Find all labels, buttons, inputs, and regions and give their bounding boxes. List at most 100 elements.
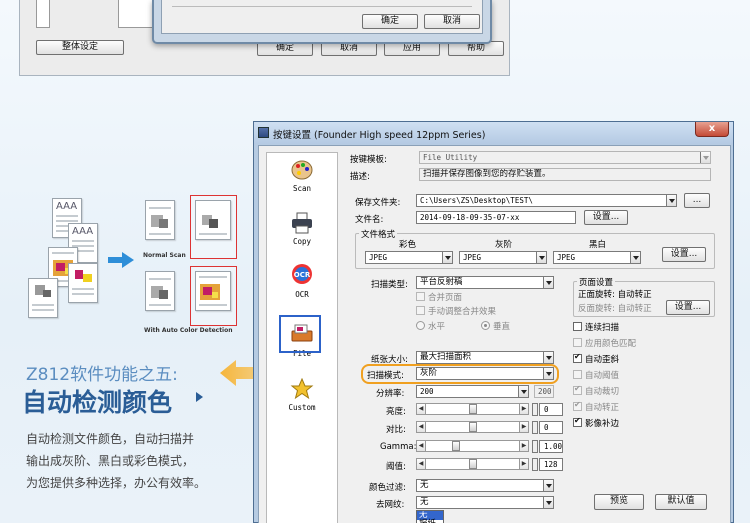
- format-settings-button[interactable]: 设置...: [662, 247, 706, 262]
- vertical-label: 垂直: [493, 322, 511, 332]
- manual-merge-checkbox[interactable]: [416, 306, 425, 315]
- format-bw-select[interactable]: JPEG: [553, 251, 641, 264]
- brightness-slider[interactable]: ◀ ▶: [416, 403, 529, 415]
- color-match-label: 应用颜色匹配: [585, 339, 637, 349]
- dialog-body: Scan Copy OCR OCR File Custom 按键模板: File…: [258, 145, 731, 523]
- dialog-title: 按键设置 (Founder High speed 12ppm Series): [273, 130, 486, 141]
- slider-right-icon[interactable]: ▶: [519, 403, 529, 415]
- feature-description: 自动检测文件颜色，自动扫描并 输出成灰阶、黑白或彩色模式， 为您提供多种选择，办…: [26, 428, 206, 494]
- save-folder-label: 保存文件夹:: [355, 198, 401, 208]
- contrast-slider[interactable]: ◀ ▶: [416, 421, 529, 433]
- threshold-label: 阈值:: [386, 462, 406, 472]
- descreen-select[interactable]: 无: [416, 496, 554, 509]
- paper-size-select[interactable]: 最大扫描面积: [416, 351, 554, 364]
- slider-left-icon[interactable]: ◀: [416, 403, 426, 415]
- threshold-slider[interactable]: ◀ ▶: [416, 458, 529, 470]
- preview-button[interactable]: 预览: [594, 494, 644, 510]
- divider: [172, 6, 472, 7]
- sidebar-item-label: OCR: [295, 290, 309, 299]
- slider-thumb[interactable]: [468, 422, 477, 432]
- threshold-value[interactable]: 128: [539, 458, 563, 471]
- page-settings-title: 页面设置: [577, 276, 616, 288]
- filename-input[interactable]: 2014-09-18-09-35-07-xx: [416, 211, 576, 224]
- slider-thumb[interactable]: [468, 404, 477, 414]
- ok-button[interactable]: 确定: [362, 14, 418, 29]
- scan-mode-select[interactable]: 灰阶: [416, 367, 554, 380]
- star-icon: [290, 378, 314, 400]
- description-line: 为您提供多种选择，办公有效率。: [26, 476, 207, 490]
- ocr-icon: OCR: [292, 264, 312, 284]
- printer-icon: [292, 212, 312, 234]
- svg-text:OCR: OCR: [294, 271, 311, 279]
- gamma-value[interactable]: 1.00: [539, 440, 563, 453]
- brightness-value[interactable]: 0: [539, 403, 563, 416]
- descreen-dropdown-list: 无 报纸: [416, 510, 444, 523]
- slider-right-icon[interactable]: ▶: [519, 421, 529, 433]
- slider-right-icon[interactable]: ▶: [519, 440, 529, 452]
- format-gray-select[interactable]: JPEG: [459, 251, 547, 264]
- color-filter-select[interactable]: 无: [416, 479, 554, 492]
- normal-scan-page: [145, 200, 175, 240]
- resolution-select[interactable]: 200: [416, 385, 529, 398]
- description-label: 描述:: [350, 172, 370, 182]
- spin-button[interactable]: [532, 458, 538, 471]
- horizontal-radio[interactable]: [416, 321, 425, 330]
- title-bar: 按键设置 (Founder High speed 12ppm Series): [254, 122, 733, 144]
- resolution-aux-field: 200: [534, 385, 554, 398]
- contrast-label: 对比:: [386, 425, 406, 435]
- cancel-button[interactable]: 取消: [424, 14, 480, 29]
- auto-crop-checkbox[interactable]: [573, 384, 582, 395]
- feature-title: Z812软件功能之五:: [26, 365, 178, 385]
- auto-rotate-label: 自动转正: [585, 403, 620, 413]
- slider-left-icon[interactable]: ◀: [416, 440, 426, 452]
- browse-button[interactable]: ...: [684, 193, 710, 208]
- illustration: AAA AAA Normal Scan With Auto Color Dete…: [20, 195, 240, 345]
- app-icon: [258, 127, 269, 138]
- horizontal-label: 水平: [428, 322, 446, 332]
- default-button[interactable]: 默认值: [655, 494, 707, 510]
- auto-crop-label: 自动裁切: [585, 387, 620, 397]
- save-folder-select[interactable]: C:\Users\ZS\Desktop\TEST\: [416, 194, 677, 207]
- resolution-label: 分辨率:: [376, 389, 405, 399]
- slider-left-icon[interactable]: ◀: [416, 458, 426, 470]
- gamma-slider[interactable]: ◀ ▶: [416, 440, 529, 452]
- template-select[interactable]: File Utility: [419, 151, 711, 164]
- vertical-radio[interactable]: [481, 321, 490, 330]
- inner-dialog: 确定 取消: [152, 0, 492, 44]
- spin-button[interactable]: [532, 421, 538, 434]
- color-match-checkbox[interactable]: [573, 338, 582, 347]
- normal-scan-caption: Normal Scan: [143, 252, 186, 259]
- palette-icon: [291, 160, 313, 180]
- slider-thumb[interactable]: [451, 441, 460, 451]
- scan-type-select[interactable]: 平台反射稿: [416, 276, 554, 289]
- close-button[interactable]: x: [695, 122, 729, 137]
- auto-color-page-gray: [195, 200, 231, 240]
- file-format-title: 文件格式: [359, 228, 398, 240]
- spin-button[interactable]: [532, 403, 538, 416]
- slider-thumb[interactable]: [468, 459, 477, 469]
- format-color-select[interactable]: JPEG: [365, 251, 453, 264]
- back-rotate-text: 反面旋转: 自动转正: [578, 304, 652, 314]
- merge-page-checkbox[interactable]: [416, 292, 425, 301]
- overall-settings-button[interactable]: 整体设定: [36, 40, 124, 55]
- image-pad-checkbox[interactable]: [573, 416, 582, 427]
- auto-deskew-checkbox[interactable]: [573, 352, 582, 363]
- contrast-value[interactable]: 0: [539, 421, 563, 434]
- continuous-scan-checkbox[interactable]: [573, 322, 582, 331]
- gamma-label: Gamma:: [380, 442, 417, 452]
- sidebar-item-label: Copy: [292, 237, 312, 246]
- format-col-gray: 灰阶: [495, 240, 513, 250]
- slider-left-icon[interactable]: ◀: [416, 421, 426, 433]
- merge-page-label: 合并页面: [428, 293, 463, 303]
- spin-button[interactable]: [532, 440, 538, 453]
- arrow-right-icon: [108, 252, 134, 268]
- filename-label: 文件名:: [355, 215, 384, 225]
- auto-threshold-checkbox[interactable]: [573, 370, 582, 379]
- slider-right-icon[interactable]: ▶: [519, 458, 529, 470]
- auto-rotate-checkbox[interactable]: [573, 400, 582, 411]
- document-color: [68, 263, 98, 303]
- page-settings-button[interactable]: 设置...: [666, 300, 710, 315]
- filename-settings-button[interactable]: 设置...: [584, 210, 628, 225]
- description-line: 输出成灰阶、黑白或彩色模式，: [26, 454, 195, 468]
- auto-color-caption: With Auto Color Detection: [144, 327, 233, 334]
